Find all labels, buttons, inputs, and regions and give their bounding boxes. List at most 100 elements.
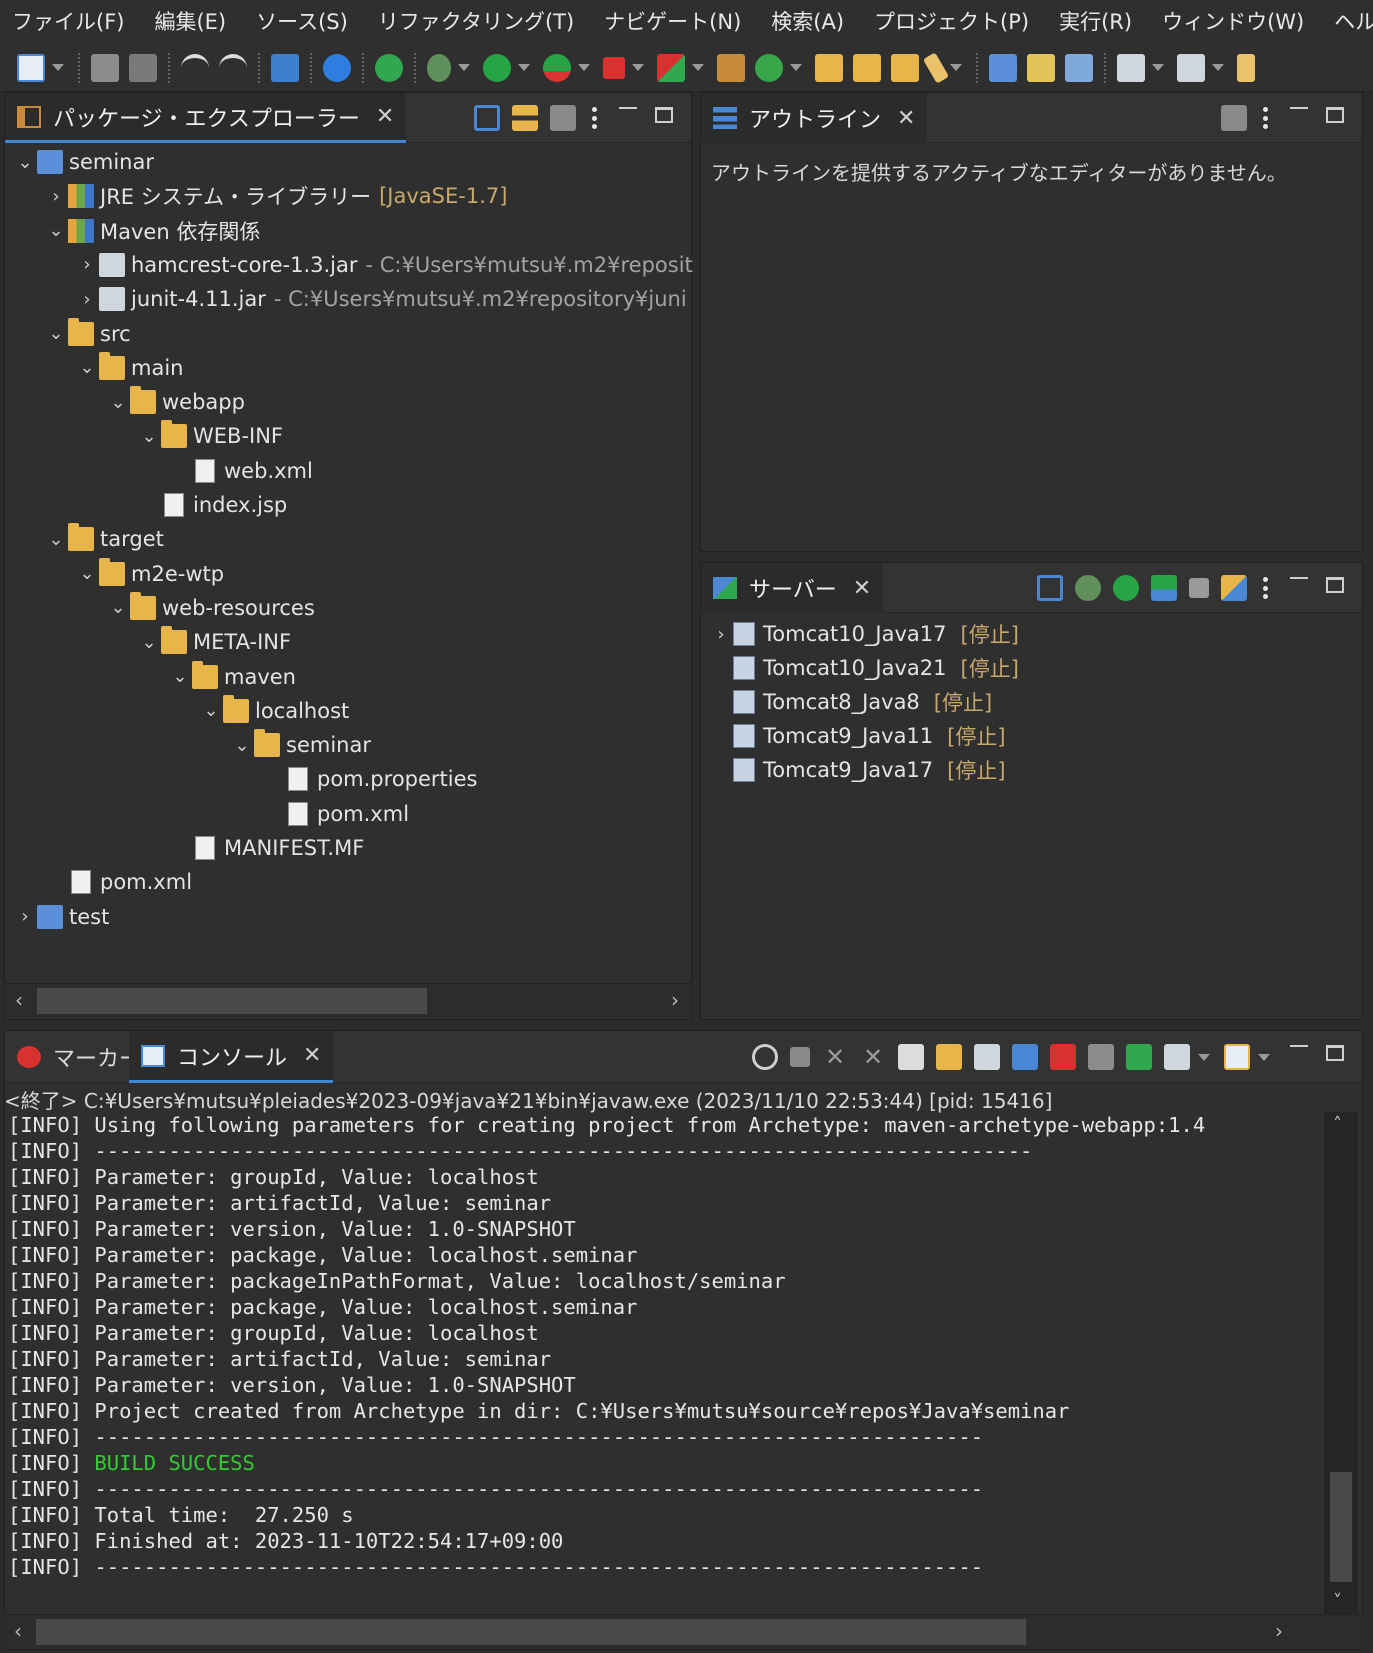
- console-output[interactable]: [INFO] Using following parameters for cr…: [8, 1112, 1323, 1580]
- maximize-icon[interactable]: [655, 107, 673, 123]
- close-icon[interactable]: ✕: [376, 104, 394, 129]
- clear-console-icon[interactable]: [898, 1044, 924, 1070]
- chevron-right-icon[interactable]: ›: [75, 254, 99, 275]
- server-item[interactable]: Tomcat9_Java17 [停止]: [709, 753, 1006, 787]
- import-dropdown-icon[interactable]: [1152, 64, 1164, 71]
- menu-search[interactable]: 検索(A): [759, 0, 862, 44]
- chevron-down-icon[interactable]: ⌄: [106, 392, 130, 413]
- tree-item[interactable]: › JRE システム・ライブラリー [JavaSE-1.7]: [44, 179, 507, 213]
- new-dropdown-icon[interactable]: [52, 64, 64, 71]
- tab-console[interactable]: コンソール ✕: [129, 1031, 334, 1083]
- new-package-icon[interactable]: [717, 53, 745, 82]
- minimize-icon[interactable]: [1290, 1045, 1308, 1047]
- external-tools-icon[interactable]: [657, 53, 685, 82]
- tree-item[interactable]: ⌄ maven: [168, 660, 296, 694]
- chevron-down-icon[interactable]: ⌄: [106, 597, 130, 618]
- debug-server-icon[interactable]: [1075, 575, 1101, 601]
- pen-icon[interactable]: [922, 51, 950, 84]
- pin-console-icon[interactable]: [1126, 1044, 1152, 1070]
- tree-item[interactable]: ⌄ localhost: [199, 694, 349, 728]
- minimize-icon[interactable]: [619, 107, 637, 109]
- start-server-icon[interactable]: [1113, 575, 1139, 601]
- remove-all-icon[interactable]: ✕: [860, 1044, 886, 1070]
- new-web-project-icon[interactable]: [989, 53, 1017, 82]
- refresh-icon[interactable]: [752, 1044, 778, 1070]
- server-item[interactable]: Tomcat8_Java8 [停止]: [709, 685, 992, 719]
- tree-item[interactable]: ⌄ web-resources: [106, 591, 315, 625]
- save-console-icon[interactable]: [1088, 1044, 1114, 1070]
- new-servlet-icon[interactable]: [1027, 53, 1055, 82]
- view-filter-icon[interactable]: [550, 105, 576, 131]
- tree-item[interactable]: › hamcrest-core-1.3.jar - C:¥Users¥mutsu¥.…: [75, 248, 693, 282]
- scroll-lock-icon[interactable]: [936, 1044, 962, 1070]
- run-dropdown-icon[interactable]: [518, 64, 530, 71]
- tree-item[interactable]: ⌄ m2e-wtp: [75, 557, 224, 591]
- close-icon[interactable]: ✕: [853, 576, 871, 601]
- settings-gear-icon[interactable]: [323, 53, 351, 82]
- open-folder-icon[interactable]: [853, 53, 881, 82]
- scroll-thumb[interactable]: [37, 988, 427, 1014]
- redo-icon[interactable]: [219, 53, 247, 82]
- tree-item[interactable]: web.xml: [168, 454, 313, 488]
- chevron-down-icon[interactable]: ⌄: [75, 357, 99, 378]
- tree-item[interactable]: ⌄ seminar: [230, 728, 371, 762]
- external-tools-dropdown-icon[interactable]: [692, 64, 704, 71]
- chevron-down-icon[interactable]: ⌄: [44, 220, 68, 241]
- maximize-icon[interactable]: [1326, 1045, 1344, 1061]
- open-console-icon[interactable]: [1224, 1044, 1250, 1070]
- pen-dropdown-icon[interactable]: [950, 64, 962, 71]
- scroll-right-icon[interactable]: ›: [1275, 1619, 1283, 1643]
- explorer-horizontal-scrollbar[interactable]: ‹ ›: [5, 983, 691, 1017]
- menu-file[interactable]: ファイル(F): [0, 0, 142, 44]
- minimize-icon[interactable]: [1290, 107, 1308, 109]
- close-icon[interactable]: ✕: [303, 1043, 321, 1068]
- scroll-right-icon[interactable]: ›: [671, 988, 679, 1012]
- import-icon[interactable]: [1117, 53, 1145, 82]
- chevron-down-icon[interactable]: ⌄: [75, 563, 99, 584]
- export-icon[interactable]: [1177, 53, 1205, 82]
- tree-item[interactable]: ⌄ WEB-INF: [137, 419, 283, 453]
- tree-item[interactable]: ⌄ Maven 依存関係: [44, 214, 260, 248]
- chevron-right-icon[interactable]: ›: [75, 289, 99, 310]
- chevron-down-icon[interactable]: ⌄: [44, 323, 68, 344]
- chevron-right-icon[interactable]: ›: [709, 624, 733, 645]
- menu-help[interactable]: ヘルプ(H): [1322, 0, 1373, 44]
- stop-icon[interactable]: [603, 56, 625, 79]
- scroll-left-icon[interactable]: ‹: [14, 1619, 22, 1643]
- collapse-all-icon[interactable]: [474, 105, 500, 131]
- display-console-icon[interactable]: [1164, 1044, 1190, 1070]
- menu-run[interactable]: 実行(R): [1047, 0, 1150, 44]
- tree-item[interactable]: pom.properties: [261, 762, 477, 796]
- menu-refactor[interactable]: リファクタリング(T): [366, 0, 592, 44]
- remove-launch-icon[interactable]: ✕: [822, 1044, 848, 1070]
- chevron-down-icon[interactable]: ⌄: [199, 700, 223, 721]
- tree-item[interactable]: ⌄ webapp: [106, 385, 245, 419]
- chevron-down-icon[interactable]: ⌄: [44, 529, 68, 550]
- open-task-icon[interactable]: [891, 53, 919, 82]
- scroll-left-icon[interactable]: ‹: [15, 988, 23, 1012]
- debug-bug-icon[interactable]: [427, 53, 451, 82]
- new-class-icon[interactable]: [755, 53, 783, 82]
- scroll-thumb[interactable]: [1330, 1472, 1352, 1582]
- menu-source[interactable]: ソース(S): [244, 0, 366, 44]
- server-item[interactable]: Tomcat10_Java21 [停止]: [709, 651, 1019, 685]
- minimize-icon[interactable]: [1290, 577, 1308, 579]
- terminate-icon[interactable]: [790, 1047, 810, 1067]
- run-server-icon[interactable]: [543, 53, 571, 82]
- tree-item[interactable]: › junit-4.11.jar - C:¥Users¥mutsu¥.m2¥repo…: [75, 282, 687, 316]
- view-filter-icon[interactable]: [1221, 105, 1247, 131]
- open-console-icon[interactable]: [271, 53, 299, 82]
- view-menu-icon[interactable]: [1263, 107, 1268, 129]
- tree-item[interactable]: › test: [13, 900, 109, 934]
- scroll-up-icon[interactable]: ˄: [1333, 1114, 1342, 1135]
- chevron-right-icon[interactable]: ›: [13, 906, 37, 927]
- tab-package-explorer[interactable]: パッケージ・エクスプローラー ✕: [5, 93, 407, 143]
- export-dropdown-icon[interactable]: [1212, 64, 1224, 71]
- maximize-icon[interactable]: [1326, 577, 1344, 593]
- server-item[interactable]: Tomcat9_Java11 [停止]: [709, 719, 1006, 753]
- menu-project[interactable]: プロジェクト(P): [862, 0, 1047, 44]
- new-jsp-icon[interactable]: [1065, 53, 1093, 82]
- show-on-error-icon[interactable]: [1050, 1044, 1076, 1070]
- close-icon[interactable]: ✕: [897, 106, 915, 131]
- link-with-editor-icon[interactable]: [512, 105, 538, 131]
